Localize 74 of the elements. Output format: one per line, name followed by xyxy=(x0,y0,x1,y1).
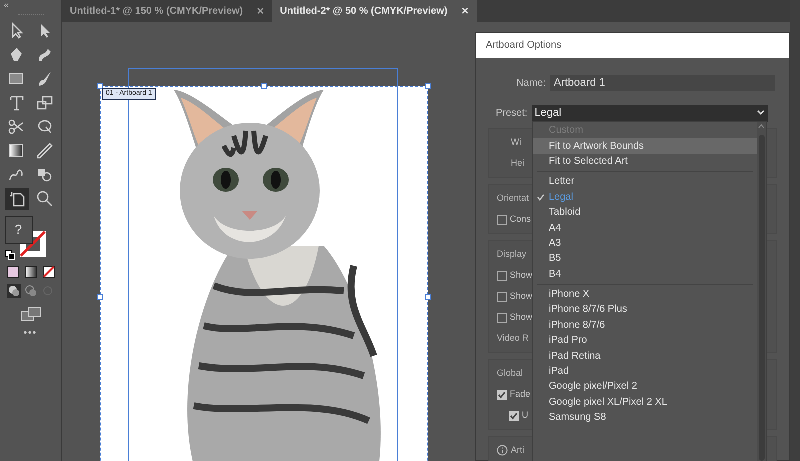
menu-item[interactable]: Tabloid xyxy=(533,204,757,220)
menu-item[interactable]: iPad Retina xyxy=(533,348,757,364)
checkbox[interactable] xyxy=(497,312,507,322)
none-mode-icon[interactable] xyxy=(42,266,54,278)
checkbox-label: Cons xyxy=(510,212,532,226)
more-tools-button[interactable]: ••• xyxy=(24,326,38,341)
field-label: Global xyxy=(497,366,524,380)
name-label: Name: xyxy=(516,76,546,90)
default-colors-icon[interactable] xyxy=(4,250,14,260)
menu-item[interactable]: iPhone 8/7/6 xyxy=(533,318,757,334)
field-label: Orientat xyxy=(497,192,530,205)
checkmark-icon xyxy=(537,194,545,201)
checkbox-label: Show xyxy=(510,290,533,303)
fill-swatch[interactable]: ? xyxy=(4,216,32,244)
info-text: Arti xyxy=(511,444,524,457)
name-field[interactable]: Artboard 1 xyxy=(550,75,775,91)
field-label: Hei xyxy=(511,156,525,170)
menu-item[interactable]: Letter xyxy=(533,174,757,190)
close-button[interactable]: × xyxy=(462,2,469,20)
menu-item[interactable]: Fit to Selected Art xyxy=(533,154,757,170)
gradient-icon xyxy=(8,142,26,160)
collapse-button[interactable]: « xyxy=(4,0,10,10)
scale-icon xyxy=(36,94,54,112)
dialog-title: Artboard Options xyxy=(476,33,789,58)
menu-item[interactable]: iPhone 8/7/6 Plus xyxy=(533,302,757,318)
menu-item[interactable]: iPad Pro xyxy=(533,333,757,348)
scrollbar[interactable] xyxy=(790,0,800,461)
menu-item[interactable]: Google pixel/Pixel 2 xyxy=(533,379,757,395)
document-tab[interactable]: Untitled-2* @ 50 % (CMYK/Preview) × xyxy=(272,0,477,22)
menu-item[interactable]: B4 xyxy=(533,266,757,282)
checkbox[interactable] xyxy=(509,410,519,420)
checkbox-label: Show xyxy=(510,268,533,282)
resize-handle[interactable] xyxy=(97,294,103,300)
color-mode-icon[interactable] xyxy=(6,266,18,278)
field-label: Video R xyxy=(497,332,529,345)
tool-button[interactable] xyxy=(4,188,28,210)
field-label: Wi xyxy=(511,136,522,149)
menu-item[interactable]: Samsung S8 xyxy=(533,410,757,426)
chevron-down-icon xyxy=(756,110,765,116)
menu-item[interactable]: Google pixel XL/Pixel 2 XL xyxy=(533,394,757,410)
checkbox-label: Fade xyxy=(510,388,531,401)
screen-mode-icon[interactable] xyxy=(20,306,40,322)
resize-handle[interactable] xyxy=(261,83,267,89)
resize-handle[interactable] xyxy=(425,294,431,300)
menu-item[interactable]: Fit to Artwork Bounds xyxy=(533,138,757,154)
resize-handle[interactable] xyxy=(425,83,431,89)
artboard-icon xyxy=(8,190,26,208)
preset-label: Preset: xyxy=(496,106,528,120)
close-button[interactable]: × xyxy=(257,2,264,20)
checkbox-label: U xyxy=(522,408,528,422)
menu-item[interactable]: B5 xyxy=(533,251,757,267)
search-icon xyxy=(36,190,54,208)
menu-item[interactable]: A4 xyxy=(533,220,757,236)
checkbox[interactable] xyxy=(497,214,507,224)
menu-item[interactable]: iPad xyxy=(533,364,757,380)
checkbox-label: Show xyxy=(510,310,533,324)
checkmark-icon xyxy=(510,412,518,420)
menu-item[interactable]: iPhone X xyxy=(533,286,757,302)
preset-dropdown[interactable]: Legal xyxy=(532,104,768,122)
field-label: Display xyxy=(497,248,527,261)
type-icon xyxy=(8,94,26,112)
resize-handle[interactable] xyxy=(97,83,103,89)
shape-builder-icon xyxy=(36,166,54,184)
menu-item[interactable]: A3 xyxy=(533,236,757,252)
checkbox[interactable] xyxy=(497,270,507,280)
draw-mode-icon[interactable] xyxy=(6,284,20,298)
scissors-icon xyxy=(8,118,26,136)
gradient-mode-icon[interactable] xyxy=(24,266,36,278)
scroll-up-icon[interactable] xyxy=(758,124,765,129)
checkbox[interactable] xyxy=(497,292,507,302)
checkmark-icon xyxy=(498,390,506,398)
checkbox[interactable] xyxy=(497,390,507,400)
info-icon xyxy=(497,445,508,456)
scrollbar-thumb[interactable] xyxy=(758,135,764,461)
